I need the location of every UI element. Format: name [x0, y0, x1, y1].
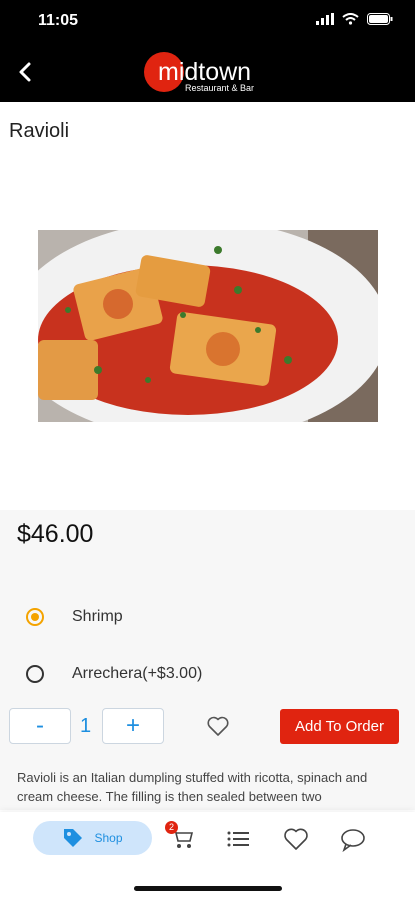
- favorite-heart-icon[interactable]: [206, 715, 230, 737]
- radio-selected-icon[interactable]: [26, 608, 44, 626]
- product-image-area: [0, 158, 415, 510]
- status-time: 11:05: [38, 12, 79, 29]
- product-price: $46.00: [17, 520, 94, 548]
- option-arrechera[interactable]: Arrechera(+$3.00): [26, 665, 202, 683]
- product-description: Ravioli is an Italian dumpling stuffed w…: [17, 770, 368, 804]
- quantity-decrease-button[interactable]: -: [9, 708, 71, 744]
- app-header: midtown Restaurant & Bar: [0, 44, 415, 102]
- quantity-value: 1: [80, 715, 92, 737]
- product-title-bar: Ravioli: [0, 102, 415, 159]
- chat-bubble-icon[interactable]: [339, 826, 367, 852]
- tab-shop[interactable]: Shop: [33, 821, 152, 855]
- battery-icon: [367, 13, 393, 25]
- product-info-panel: $46.00 Shrimp Arrechera(+$3.00) - 1 + Ad…: [0, 510, 415, 810]
- status-bar: 11:05: [0, 0, 415, 44]
- status-icons: [316, 13, 393, 25]
- option-label: Shrimp: [72, 608, 123, 625]
- signal-icon: [316, 13, 334, 25]
- midtown-logo: midtown Restaurant & Bar: [144, 52, 254, 93]
- tab-cart[interactable]: 2: [165, 821, 197, 852]
- wifi-icon: [342, 13, 359, 25]
- cart-count-badge: 2: [165, 821, 178, 834]
- ravioli-photo: [38, 230, 378, 422]
- tab-shop-label: Shop: [94, 831, 123, 845]
- logo-text: midtown: [158, 58, 251, 86]
- quantity-increase-button[interactable]: +: [102, 708, 164, 744]
- list-icon[interactable]: [225, 826, 253, 852]
- radio-unselected-icon[interactable]: [26, 665, 44, 683]
- tag-icon: [64, 829, 83, 847]
- option-label: Arrechera(+$3.00): [72, 665, 203, 682]
- home-indicator: [134, 886, 282, 891]
- option-shrimp[interactable]: Shrimp: [26, 608, 123, 626]
- product-title: Ravioli: [9, 120, 70, 142]
- back-arrow-icon[interactable]: [12, 58, 40, 86]
- add-to-order-button[interactable]: Add To Order: [280, 709, 399, 744]
- favorites-heart-icon[interactable]: [282, 826, 310, 852]
- logo-subtext: Restaurant & Bar: [185, 83, 254, 93]
